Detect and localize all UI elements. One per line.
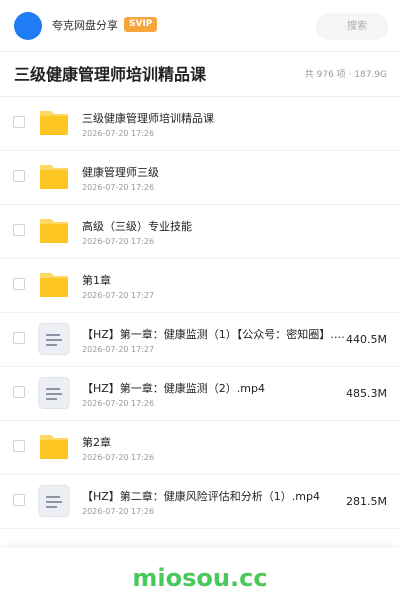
list-item[interactable]: 三级健康管理师培训精品课 2026-07-20 17:26 <box>0 97 400 151</box>
item-date: 2026-07-20 17:27 <box>82 345 155 354</box>
item-name: 【HZ】第一章：健康监测（1）【公众号：密知圈】.mp4 <box>82 328 350 341</box>
search-button[interactable]: 搜索 <box>316 13 388 40</box>
folder-summary: 共 976 项 · 187.9G <box>304 70 387 80</box>
file-list: 三级健康管理师培训精品课 2026-07-20 17:26 健康管理师三级 20… <box>0 97 400 529</box>
file-icon <box>38 323 70 355</box>
list-item[interactable]: 【HZ】第一章：健康监测（1）【公众号：密知圈】.mp4 2026-07-20 … <box>0 313 400 367</box>
list-item[interactable]: 【HZ】第二章：健康风险评估和分析（1）.mp4 2026-07-20 17:2… <box>0 475 400 529</box>
item-size: 281.5M <box>346 495 387 508</box>
item-name: 三级健康管理师培训精品课 <box>82 112 214 125</box>
list-item[interactable]: 第2章 2026-07-20 17:26 <box>0 421 400 475</box>
file-icon <box>38 485 70 517</box>
item-checkbox[interactable] <box>13 170 25 182</box>
list-item[interactable]: 第1章 2026-07-20 17:27 <box>0 259 400 313</box>
item-name: 第1章 <box>82 274 111 287</box>
item-name: 【HZ】第二章：健康风险评估和分析（1）.mp4 <box>82 490 320 503</box>
folder-header: 三级健康管理师培训精品课 共 976 项 · 187.9G <box>0 52 400 97</box>
item-date: 2026-07-20 17:26 <box>82 453 155 462</box>
item-date: 2026-07-20 17:26 <box>82 399 155 408</box>
svip-badge: SVIP <box>124 17 158 32</box>
item-checkbox[interactable] <box>13 332 25 344</box>
item-date: 2026-07-20 17:26 <box>82 507 155 516</box>
item-size: 485.3M <box>346 387 387 400</box>
folder-icon <box>38 215 70 247</box>
item-checkbox[interactable] <box>13 224 25 236</box>
item-name: 【HZ】第一章：健康监测（2）.mp4 <box>82 382 265 395</box>
folder-icon <box>38 107 70 139</box>
list-item[interactable]: 高级（三级）专业技能 2026-07-20 17:26 <box>0 205 400 259</box>
item-size: 440.5M <box>346 333 387 346</box>
list-item[interactable]: 【HZ】第一章：健康监测（2）.mp4 2026-07-20 17:26 485… <box>0 367 400 421</box>
folder-icon <box>38 431 70 463</box>
top-bar: 夸克网盘分享 SVIP 搜索 <box>0 0 400 52</box>
file-icon <box>38 377 70 409</box>
item-name: 健康管理师三级 <box>82 166 159 179</box>
item-checkbox[interactable] <box>13 278 25 290</box>
folder-icon <box>38 161 70 193</box>
item-name: 高级（三级）专业技能 <box>82 220 192 233</box>
item-date: 2026-07-20 17:26 <box>82 237 155 246</box>
item-checkbox[interactable] <box>13 440 25 452</box>
page-title: 三级健康管理师培训精品课 <box>14 65 207 84</box>
item-date: 2026-07-20 17:26 <box>82 183 155 192</box>
item-date: 2026-07-20 17:26 <box>82 129 155 138</box>
folder-icon <box>38 269 70 301</box>
share-name: 夸克网盘分享 <box>52 19 118 32</box>
item-checkbox[interactable] <box>13 494 25 506</box>
avatar[interactable] <box>14 12 42 40</box>
list-item[interactable]: 健康管理师三级 2026-07-20 17:26 <box>0 151 400 205</box>
item-checkbox[interactable] <box>13 116 25 128</box>
item-date: 2026-07-20 17:27 <box>82 291 155 300</box>
watermark: miosou.cc <box>132 564 268 592</box>
item-checkbox[interactable] <box>13 386 25 398</box>
item-name: 第2章 <box>82 436 111 449</box>
